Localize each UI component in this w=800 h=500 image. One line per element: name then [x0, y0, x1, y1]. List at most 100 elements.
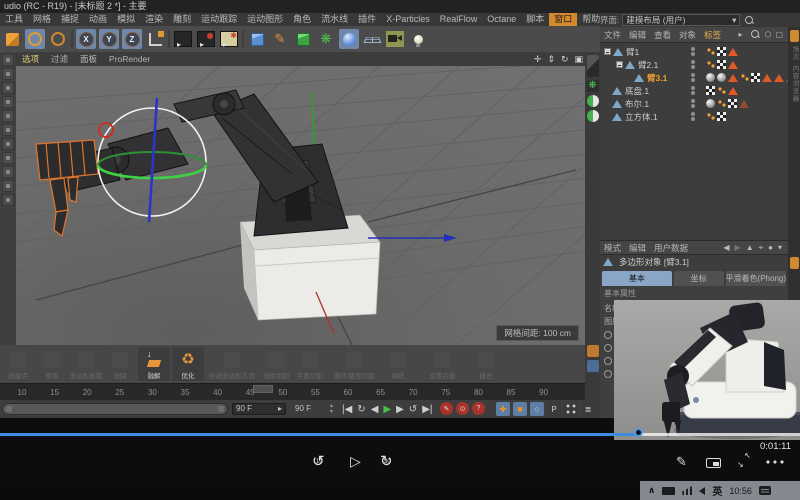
object-name[interactable]: 底盘.1	[625, 85, 649, 97]
preview-thumb-icon[interactable]	[587, 55, 599, 77]
subdivision-surface-icon[interactable]	[293, 29, 313, 49]
selection-triangle-icon[interactable]	[762, 74, 772, 82]
filter-icon[interactable]: ⬡	[764, 30, 771, 39]
search-icon[interactable]	[745, 16, 754, 25]
modeling-button-tool[interactable]: 设置点值	[416, 347, 468, 381]
menu-item[interactable]: 插件	[353, 13, 381, 26]
skip-forward-button[interactable]: ↻30	[380, 452, 393, 470]
keyframe-selection-button[interactable]: ?	[472, 402, 485, 415]
visibility-dots[interactable]	[686, 60, 700, 69]
taskbar-clock[interactable]: 10:56	[729, 486, 752, 496]
visibility-dots[interactable]	[686, 112, 700, 121]
selection-triangle-icon[interactable]	[774, 74, 784, 82]
previous-frame-button[interactable]: ◀	[371, 404, 379, 415]
network-icon[interactable]	[682, 486, 692, 495]
object-manager-menu-item[interactable]: 查看	[650, 29, 675, 41]
dock-icon[interactable]	[790, 257, 799, 269]
menu-item[interactable]: 雕刻	[168, 13, 196, 26]
texture-checker-icon[interactable]	[717, 47, 726, 56]
browser-icon[interactable]: ▢	[775, 30, 783, 39]
phong-dots-icon[interactable]	[717, 99, 726, 108]
array-icon[interactable]	[587, 345, 599, 357]
frame-spinner-icon[interactable]: ▴▾	[330, 403, 333, 415]
workspace-dropdown[interactable]: 建模布局 (用户) ▾	[622, 14, 740, 26]
menu-item[interactable]: 流水线	[316, 13, 353, 26]
visibility-dots[interactable]	[686, 73, 700, 82]
edges-mode-icon[interactable]	[2, 124, 14, 136]
attribute-tab[interactable]: 平滑着色(Phong)	[726, 271, 786, 286]
timeline-ruler[interactable]: 1015202530354045505560657075808590	[0, 383, 585, 400]
viewport-solo-icon[interactable]	[2, 166, 14, 178]
rotate-tool-icon[interactable]	[25, 29, 45, 49]
material-sphere-icon[interactable]	[706, 99, 715, 108]
object-name[interactable]: 臂1	[626, 46, 639, 58]
selection-triangle-icon[interactable]	[728, 74, 738, 82]
pan-view-icon[interactable]: ✛	[534, 54, 542, 65]
selection-triangle-outline-icon[interactable]	[739, 100, 749, 108]
camera-icon[interactable]	[385, 29, 405, 49]
menu-item[interactable]: 运动跟踪	[196, 13, 242, 26]
menu-item[interactable]: RealFlow	[435, 13, 483, 26]
modeling-button-tool[interactable]: 缝合	[470, 347, 502, 381]
modeling-button-tool[interactable]: 多边形画笔	[70, 347, 102, 381]
object-manager-menu-item[interactable]: 对象	[675, 29, 700, 41]
particle-icon[interactable]	[339, 29, 359, 49]
snap-icon[interactable]	[2, 180, 14, 192]
texture-checker-icon[interactable]	[751, 73, 760, 82]
object-name[interactable]: 臂2.1	[638, 59, 658, 71]
modeling-button-tool[interactable]: 创建点	[2, 347, 34, 381]
pick-icon[interactable]: ⌖	[759, 243, 764, 253]
parent-object-icon[interactable]: ▲	[746, 243, 754, 253]
modeling-button-tool[interactable]: 消除	[104, 347, 136, 381]
viewport-menu-item[interactable]: 面板	[74, 53, 103, 65]
modeling-button-tool[interactable]: 循环/路径切割	[328, 347, 380, 381]
attribute-tab[interactable]: 基本	[602, 271, 672, 286]
range-end-field[interactable]: 90 F ▸	[232, 403, 286, 415]
menu-item[interactable]: X-Particles	[381, 13, 435, 26]
axis-x-button[interactable]: X	[76, 29, 96, 49]
keyframe-ladder-icon[interactable]: ≣	[581, 402, 595, 416]
subdivision-icon[interactable]: ❋	[587, 80, 599, 92]
selection-triangle-icon[interactable]	[728, 48, 738, 56]
frame-range-slider[interactable]	[2, 403, 228, 415]
phong-dots-icon[interactable]	[706, 112, 715, 121]
history-back-icon[interactable]: ◀	[723, 243, 729, 253]
texture-mode-icon[interactable]	[2, 82, 14, 94]
menu-item[interactable]: 脚本	[521, 13, 549, 26]
menu-item[interactable]: 渲染	[140, 13, 168, 26]
tray-app-icon[interactable]	[662, 487, 675, 495]
modeling-button-tool[interactable]: 平面切割	[294, 347, 326, 381]
current-frame-field[interactable]: 90 F	[292, 403, 328, 415]
object-row[interactable]: 布尔.1	[600, 97, 788, 110]
render-picture-viewer-icon[interactable]	[196, 29, 216, 49]
texture-checker-icon[interactable]	[706, 86, 715, 95]
menu-item[interactable]: 窗口	[549, 13, 577, 26]
viewport[interactable]: 选项过滤面板ProRender ✛ ⇕ ↻ ▣	[16, 52, 585, 345]
object-name[interactable]: 臂3.1	[647, 72, 667, 84]
video-progress-done[interactable]	[0, 433, 641, 436]
object-name[interactable]: 立方体.1	[625, 111, 658, 123]
rotate-view-icon[interactable]: ↻	[561, 54, 569, 65]
next-frame-button[interactable]: ▶	[396, 404, 404, 415]
attribute-menu-item[interactable]: 用户数据	[650, 242, 692, 254]
light-icon[interactable]	[408, 29, 428, 49]
texture-checker-icon[interactable]	[728, 99, 737, 108]
play-button[interactable]: ▶	[383, 404, 391, 415]
render-settings-icon[interactable]	[219, 29, 239, 49]
loop-button[interactable]: ↺	[409, 404, 417, 415]
selection-triangle-icon[interactable]	[728, 87, 738, 95]
workplane-icon[interactable]	[2, 96, 14, 108]
object-manager-menu-item[interactable]: 文件	[600, 29, 625, 41]
dock-tab[interactable]: 场次	[789, 46, 799, 61]
display-sphere2-icon[interactable]	[587, 110, 599, 122]
menu-down-icon[interactable]: ▾	[778, 243, 782, 253]
texture-checker-icon[interactable]	[717, 112, 726, 121]
key-position-toggle[interactable]: ✚	[496, 402, 510, 416]
menu-item[interactable]: 动画	[84, 13, 112, 26]
viewport-menu-item[interactable]: 选项	[16, 53, 45, 65]
object-row[interactable]: 底盘.1	[600, 84, 788, 97]
object-row-selected[interactable]: 臂3.1	[600, 71, 788, 84]
menu-item[interactable]: 捕捉	[56, 13, 84, 26]
material-sphere-icon[interactable]	[717, 73, 726, 82]
attribute-menu-item[interactable]: 模式	[600, 242, 625, 254]
